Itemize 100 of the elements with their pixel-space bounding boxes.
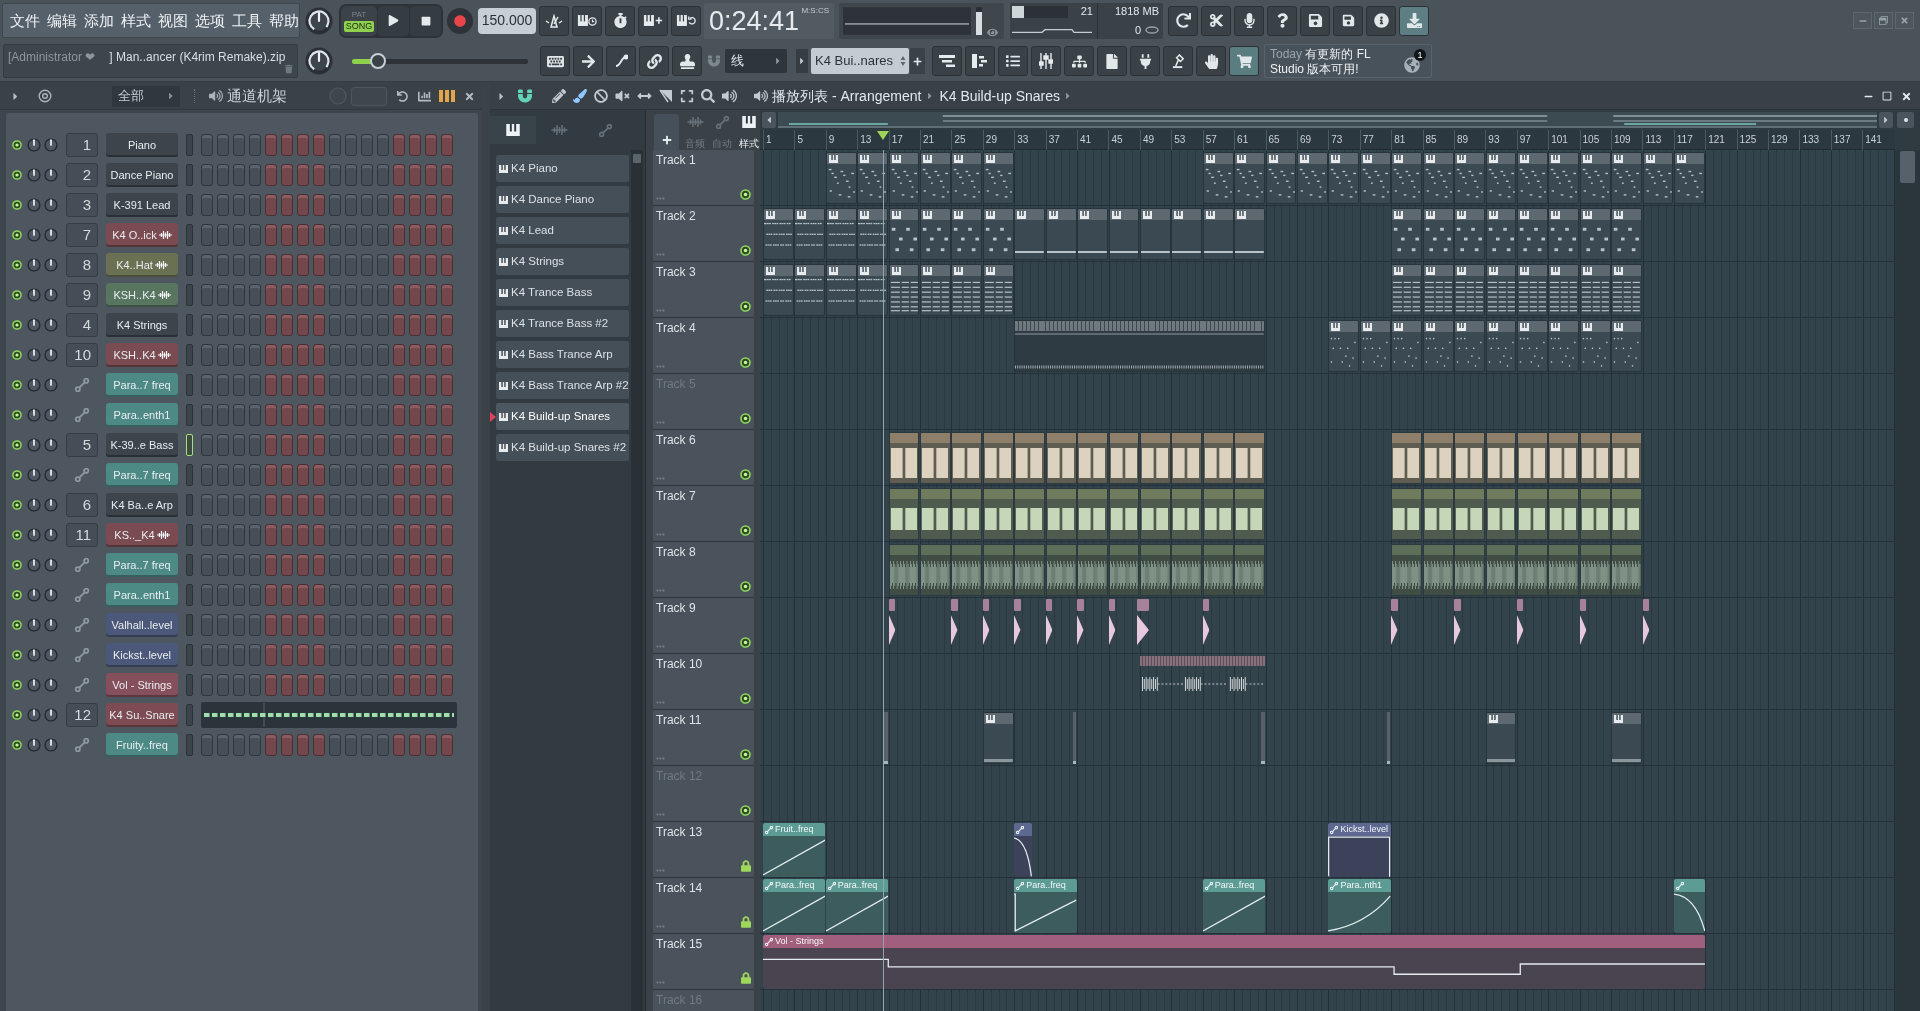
step-button[interactable] <box>201 644 213 666</box>
step-button[interactable] <box>377 224 389 246</box>
track-header[interactable]: Track 11 <box>653 710 754 766</box>
pattern-item[interactable]: K4 Bass Trance Arp <box>496 341 629 368</box>
step-button[interactable] <box>377 374 389 396</box>
pattern-clip[interactable] <box>1611 208 1643 260</box>
step-button[interactable] <box>313 644 325 666</box>
step-button[interactable] <box>361 434 373 456</box>
step-button[interactable] <box>249 404 261 426</box>
pattern-clip[interactable] <box>1077 208 1108 260</box>
pattern-clip[interactable] <box>1422 264 1454 316</box>
audio-clip[interactable] <box>1548 488 1580 540</box>
step-button[interactable] <box>313 194 325 216</box>
channel-led[interactable] <box>12 410 22 420</box>
step-button[interactable] <box>441 314 453 336</box>
channel-name-button[interactable]: Kickst..level <box>106 643 178 667</box>
step-button[interactable] <box>313 494 325 516</box>
step-button[interactable] <box>329 494 341 516</box>
record-button[interactable] <box>447 7 473 34</box>
pattern-clip[interactable] <box>794 208 826 260</box>
step-button[interactable] <box>441 584 453 606</box>
audio-clip[interactable] <box>1422 488 1454 540</box>
pattern-clip[interactable] <box>1422 320 1454 372</box>
volume-knob[interactable] <box>44 288 58 302</box>
step-button[interactable] <box>281 734 293 756</box>
step-button[interactable] <box>249 674 261 696</box>
keys-plus-button[interactable] <box>638 5 668 36</box>
cart-button[interactable] <box>1229 46 1259 76</box>
step-button[interactable] <box>361 644 373 666</box>
pattern-clip[interactable] <box>1548 264 1580 316</box>
step-button[interactable] <box>441 554 453 576</box>
panel-title[interactable]: 通道机架 <box>227 84 287 108</box>
track-header[interactable]: Track 8 <box>653 542 754 598</box>
step-button[interactable] <box>249 554 261 576</box>
audio-clip[interactable] <box>1516 432 1548 484</box>
filter-tab[interactable]: 样式 <box>738 112 760 150</box>
channel-led[interactable] <box>12 290 22 300</box>
step-button[interactable] <box>345 404 357 426</box>
audio-clip[interactable] <box>1579 599 1587 645</box>
pattern-clip[interactable] <box>1548 152 1580 204</box>
step-button[interactable] <box>425 314 437 336</box>
mixer-track-field[interactable]: 7 <box>66 223 98 247</box>
step-button[interactable] <box>265 644 277 666</box>
audio-clip[interactable] <box>1202 432 1234 484</box>
microphone-button[interactable] <box>1234 5 1264 36</box>
channel-led[interactable] <box>12 140 22 150</box>
help-button[interactable] <box>1267 5 1297 36</box>
step-button[interactable] <box>217 164 229 186</box>
step-button[interactable] <box>201 464 213 486</box>
step-button[interactable] <box>313 584 325 606</box>
step-button[interactable] <box>217 464 229 486</box>
step-button[interactable] <box>217 314 229 336</box>
pattern-clip[interactable] <box>982 208 1014 260</box>
filter-dropdown[interactable]: 全部 <box>112 85 180 107</box>
pattern-item[interactable]: K4 Bass Trance Arp #2 <box>496 372 629 399</box>
step-button[interactable] <box>249 224 261 246</box>
pattern-clip[interactable] <box>763 264 794 316</box>
audio-clip[interactable] <box>888 432 920 484</box>
step-button[interactable] <box>425 134 437 156</box>
add-pattern-button[interactable] <box>910 48 925 74</box>
pattern-item[interactable]: K4 Trance Bass #2 <box>496 310 629 337</box>
audio-clip[interactable] <box>982 599 990 645</box>
volume-slider[interactable] <box>976 6 982 35</box>
audio-clip[interactable] <box>1108 488 1140 540</box>
channel-led[interactable] <box>12 440 22 450</box>
volume-knob[interactable] <box>44 678 58 692</box>
menu-item[interactable]: 帮助 <box>269 13 299 28</box>
step-button[interactable] <box>201 524 213 546</box>
step-button[interactable] <box>329 434 341 456</box>
step-button[interactable] <box>425 584 437 606</box>
pattern-clip[interactable] <box>1202 152 1234 204</box>
step-button[interactable] <box>441 194 453 216</box>
audio-clip[interactable] <box>1014 544 1046 596</box>
volume-knob[interactable] <box>44 588 58 602</box>
overview-menu-button[interactable] <box>1897 112 1914 128</box>
step-button[interactable] <box>313 434 325 456</box>
pattern-clip[interactable] <box>1391 152 1423 204</box>
step-button[interactable] <box>409 284 421 306</box>
mute-switch[interactable] <box>740 413 751 424</box>
speaker-icon[interactable] <box>754 89 768 103</box>
step-button[interactable] <box>233 644 245 666</box>
step-button[interactable] <box>281 464 293 486</box>
pattern-clip[interactable] <box>982 152 1014 204</box>
step-button[interactable] <box>297 434 309 456</box>
tempo-field[interactable]: 150.000 <box>478 7 536 34</box>
lock-icon[interactable] <box>741 860 751 872</box>
channel-led[interactable] <box>12 500 22 510</box>
step-button[interactable] <box>425 554 437 576</box>
step-button[interactable] <box>297 164 309 186</box>
pattern-clip[interactable] <box>1422 208 1454 260</box>
step-button[interactable] <box>345 674 357 696</box>
step-button[interactable] <box>281 434 293 456</box>
step-button[interactable] <box>345 194 357 216</box>
audio-clip[interactable] <box>1171 488 1203 540</box>
channel-led[interactable] <box>12 350 22 360</box>
step-button[interactable] <box>265 614 277 636</box>
step-button[interactable] <box>345 374 357 396</box>
automation-clip[interactable]: Para..freq <box>1202 879 1266 933</box>
menu-item[interactable]: 样式 <box>121 13 151 28</box>
step-button[interactable] <box>233 494 245 516</box>
